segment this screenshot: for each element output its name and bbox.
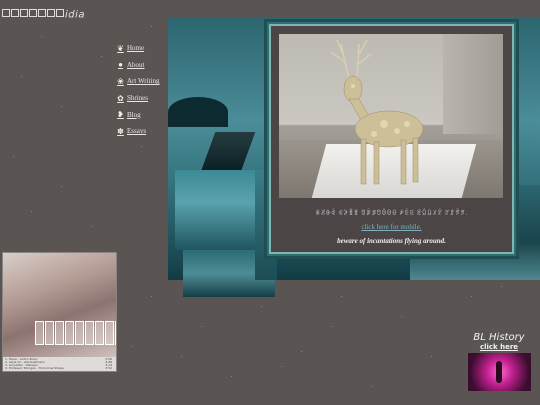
svg-text:˙: ˙ (90, 226, 93, 232)
svg-text:˙: ˙ (150, 26, 153, 32)
warning-text: beware of incantations flying around. (337, 237, 446, 245)
svg-text:˙: ˙ (60, 106, 63, 112)
island-silhouette (168, 97, 228, 127)
svg-text:˙: ˙ (140, 146, 143, 152)
nav-item-art-writing[interactable]: ❀ Art Writing (116, 73, 159, 90)
svg-text:˙: ˙ (130, 346, 133, 352)
main-nav: ❦ Home ● About ❀ Art Writing ✿ Shrines ❥ Blog… (116, 40, 159, 140)
nav-item-home[interactable]: ❦ Home (116, 40, 159, 57)
svg-text:˙: ˙ (280, 366, 283, 372)
equalizer-bars (35, 321, 116, 345)
playlist-track[interactable]: 4. Professor Shingan - Tomorrow Shape (5, 366, 64, 370)
svg-text:˙: ˙ (370, 386, 373, 392)
svg-text:˙: ˙ (30, 211, 33, 217)
svg-text:˙: ˙ (180, 356, 183, 362)
bl-history-widget: BL History click here (466, 332, 532, 391)
playlist: 1. Taare - Anton Brain 3:56 2. aqua.mi - … (3, 357, 116, 371)
nav-label: About (127, 60, 145, 69)
crystal-deer-image (279, 34, 503, 198)
nav-item-shrines[interactable]: ✿ Shrines (116, 90, 159, 107)
svg-text:˙: ˙ (150, 296, 153, 302)
svg-text:˙: ˙ (340, 296, 343, 302)
nav-label: Art Writing (127, 77, 160, 86)
svg-text:˙: ˙ (60, 186, 63, 192)
svg-text:˙: ˙ (100, 56, 103, 62)
svg-text:˙: ˙ (12, 156, 15, 162)
leaf-icon: ❦ (117, 43, 124, 53)
nav-label: Essays (127, 127, 147, 136)
mobile-link[interactable]: click here for mobile. (269, 223, 514, 231)
nav-label: Home (127, 44, 145, 53)
svg-text:˙: ˙ (230, 376, 233, 382)
svg-text:˙: ˙ (430, 356, 433, 362)
svg-text:˙: ˙ (260, 306, 263, 312)
music-player: 1. Taare - Anton Brain 3:56 2. aqua.mi - … (2, 252, 117, 372)
lake-photo-left (175, 170, 255, 250)
logo-boxes (2, 9, 65, 20)
bl-history-link[interactable]: click here (466, 343, 532, 351)
bl-history-thumbnail[interactable] (468, 353, 531, 391)
apple-icon: ● (118, 60, 123, 70)
bl-history-title: BL History (473, 332, 525, 343)
dancer-figure (496, 361, 502, 383)
nav-item-about[interactable]: ● About (116, 57, 159, 74)
track-duration: 3:52 (105, 366, 112, 370)
svg-text:˙: ˙ (20, 76, 23, 82)
nav-item-blog[interactable]: ❥ Blog (116, 106, 159, 123)
nav-label: Shrines (127, 94, 148, 103)
svg-text:˙: ˙ (400, 316, 403, 322)
butterfly-icon: ❥ (117, 110, 124, 120)
glyph-caption: ꆜꆝꆞꆟ ꆠꆡꆢꆣ ꆤꆥꆦꆧꆨꆩꆪ ꆫꆬꆭ ꆮꆯꆰꆱꆲ ꆳꆴꆵꆶ. (315, 211, 468, 217)
nav-label: Blog (127, 110, 141, 119)
deer-sculpture (330, 39, 424, 185)
logo-text: idia (65, 9, 86, 21)
flower-icon: ✿ (117, 93, 124, 103)
site-logo[interactable]: idia (2, 9, 85, 21)
nav-item-essays[interactable]: ✽ Essays (116, 123, 159, 140)
svg-text:˙: ˙ (500, 286, 503, 292)
candy-icon: ✽ (117, 126, 124, 136)
svg-text:˙: ˙ (300, 351, 303, 357)
svg-text:˙: ˙ (470, 296, 473, 302)
svg-text:˙: ˙ (330, 326, 333, 332)
cherry-icon: ❀ (117, 76, 124, 86)
svg-text:˙: ˙ (200, 326, 203, 332)
dock-silhouette (200, 132, 256, 172)
feature-panel: ꆜꆝꆞꆟ ꆠꆡꆢꆣ ꆤꆥꆦꆧꆨꆩꆪ ꆫꆬꆭ ꆮꆯꆰꆱꆲ ꆳꆴꆵꆶ. click … (267, 22, 516, 256)
svg-text:˙: ˙ (40, 36, 43, 42)
